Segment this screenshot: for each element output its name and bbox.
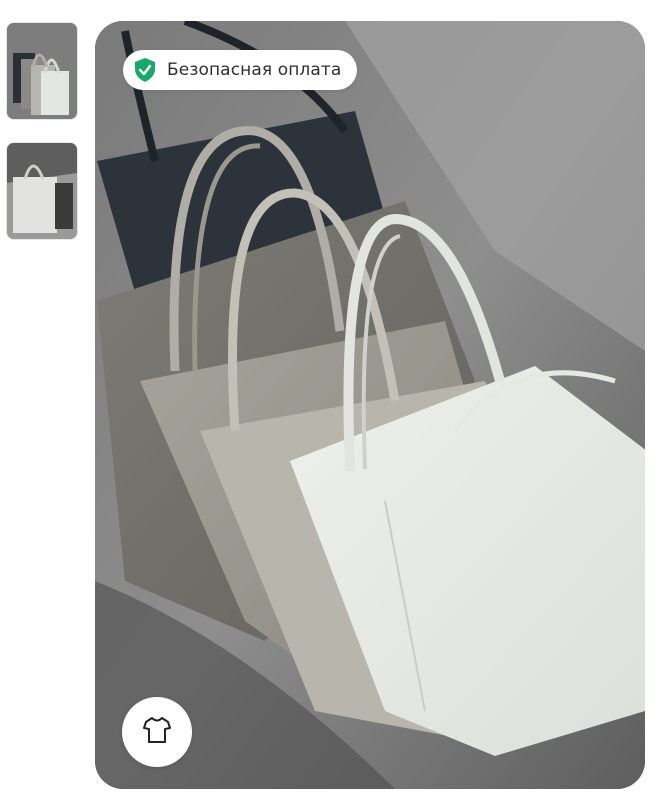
main-product-image[interactable]: Безопасная оплата (95, 21, 645, 789)
secure-payment-label: Безопасная оплата (167, 60, 342, 80)
thumbnail-strip (6, 22, 78, 262)
secure-payment-badge: Безопасная оплата (123, 50, 358, 90)
thumbnail-bag-image (7, 143, 77, 239)
thumbnail-1[interactable] (6, 22, 78, 120)
size-chart-button[interactable] (122, 697, 192, 767)
tshirt-icon (142, 715, 172, 749)
thumbnail-bags-image (7, 23, 77, 119)
shield-check-icon (131, 56, 159, 84)
tote-bags-photo (95, 21, 645, 789)
thumbnail-2[interactable] (6, 142, 78, 240)
